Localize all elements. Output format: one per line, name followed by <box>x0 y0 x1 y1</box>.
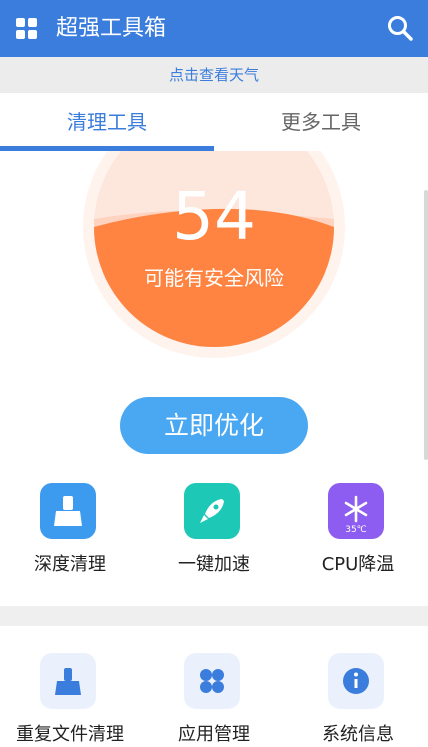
apps-icon <box>184 653 240 709</box>
tab-bar: 清理工具 更多工具 <box>0 93 428 151</box>
tool-label: 一键加速 <box>178 554 250 575</box>
app-title: 超强工具箱 <box>56 16 167 41</box>
tab-cleaning-tools[interactable]: 清理工具 <box>0 93 214 151</box>
scrollbar[interactable] <box>424 190 428 460</box>
section-divider <box>0 606 428 626</box>
app-header: 超强工具箱 <box>0 0 428 57</box>
search-icon[interactable] <box>386 14 414 42</box>
broom-icon <box>40 483 96 539</box>
rocket-icon <box>184 483 240 539</box>
grid-icon[interactable] <box>16 18 38 40</box>
broom-icon <box>40 653 96 709</box>
tool-label: 系统信息 <box>322 724 394 745</box>
risk-status: 可能有安全风险 <box>144 266 284 290</box>
tab-more-tools[interactable]: 更多工具 <box>214 93 428 151</box>
snowflake-icon: 35℃ <box>328 483 384 539</box>
security-score: 54 <box>172 178 256 255</box>
deep-clean-tool[interactable]: 深度清理 <box>0 483 142 583</box>
tool-label: 重复文件清理 <box>16 724 124 745</box>
app-management-tool[interactable]: 应用管理 <box>142 653 286 745</box>
tool-label: 深度清理 <box>34 554 106 575</box>
tool-label: CPU降温 <box>321 554 395 575</box>
weather-link[interactable]: 点击查看天气 <box>0 57 428 93</box>
optimize-button[interactable]: 立即优化 <box>120 397 308 454</box>
system-info-tool[interactable]: 系统信息 <box>286 653 428 745</box>
cpu-cooling-tool[interactable]: 35℃ CPU降温 <box>286 483 428 583</box>
info-icon <box>328 653 384 709</box>
speed-up-tool[interactable]: 一键加速 <box>142 483 286 583</box>
tool-label: 应用管理 <box>178 724 250 745</box>
duplicate-file-clean-tool[interactable]: 重复文件清理 <box>0 653 142 745</box>
temperature-badge: 35℃ <box>345 525 367 535</box>
